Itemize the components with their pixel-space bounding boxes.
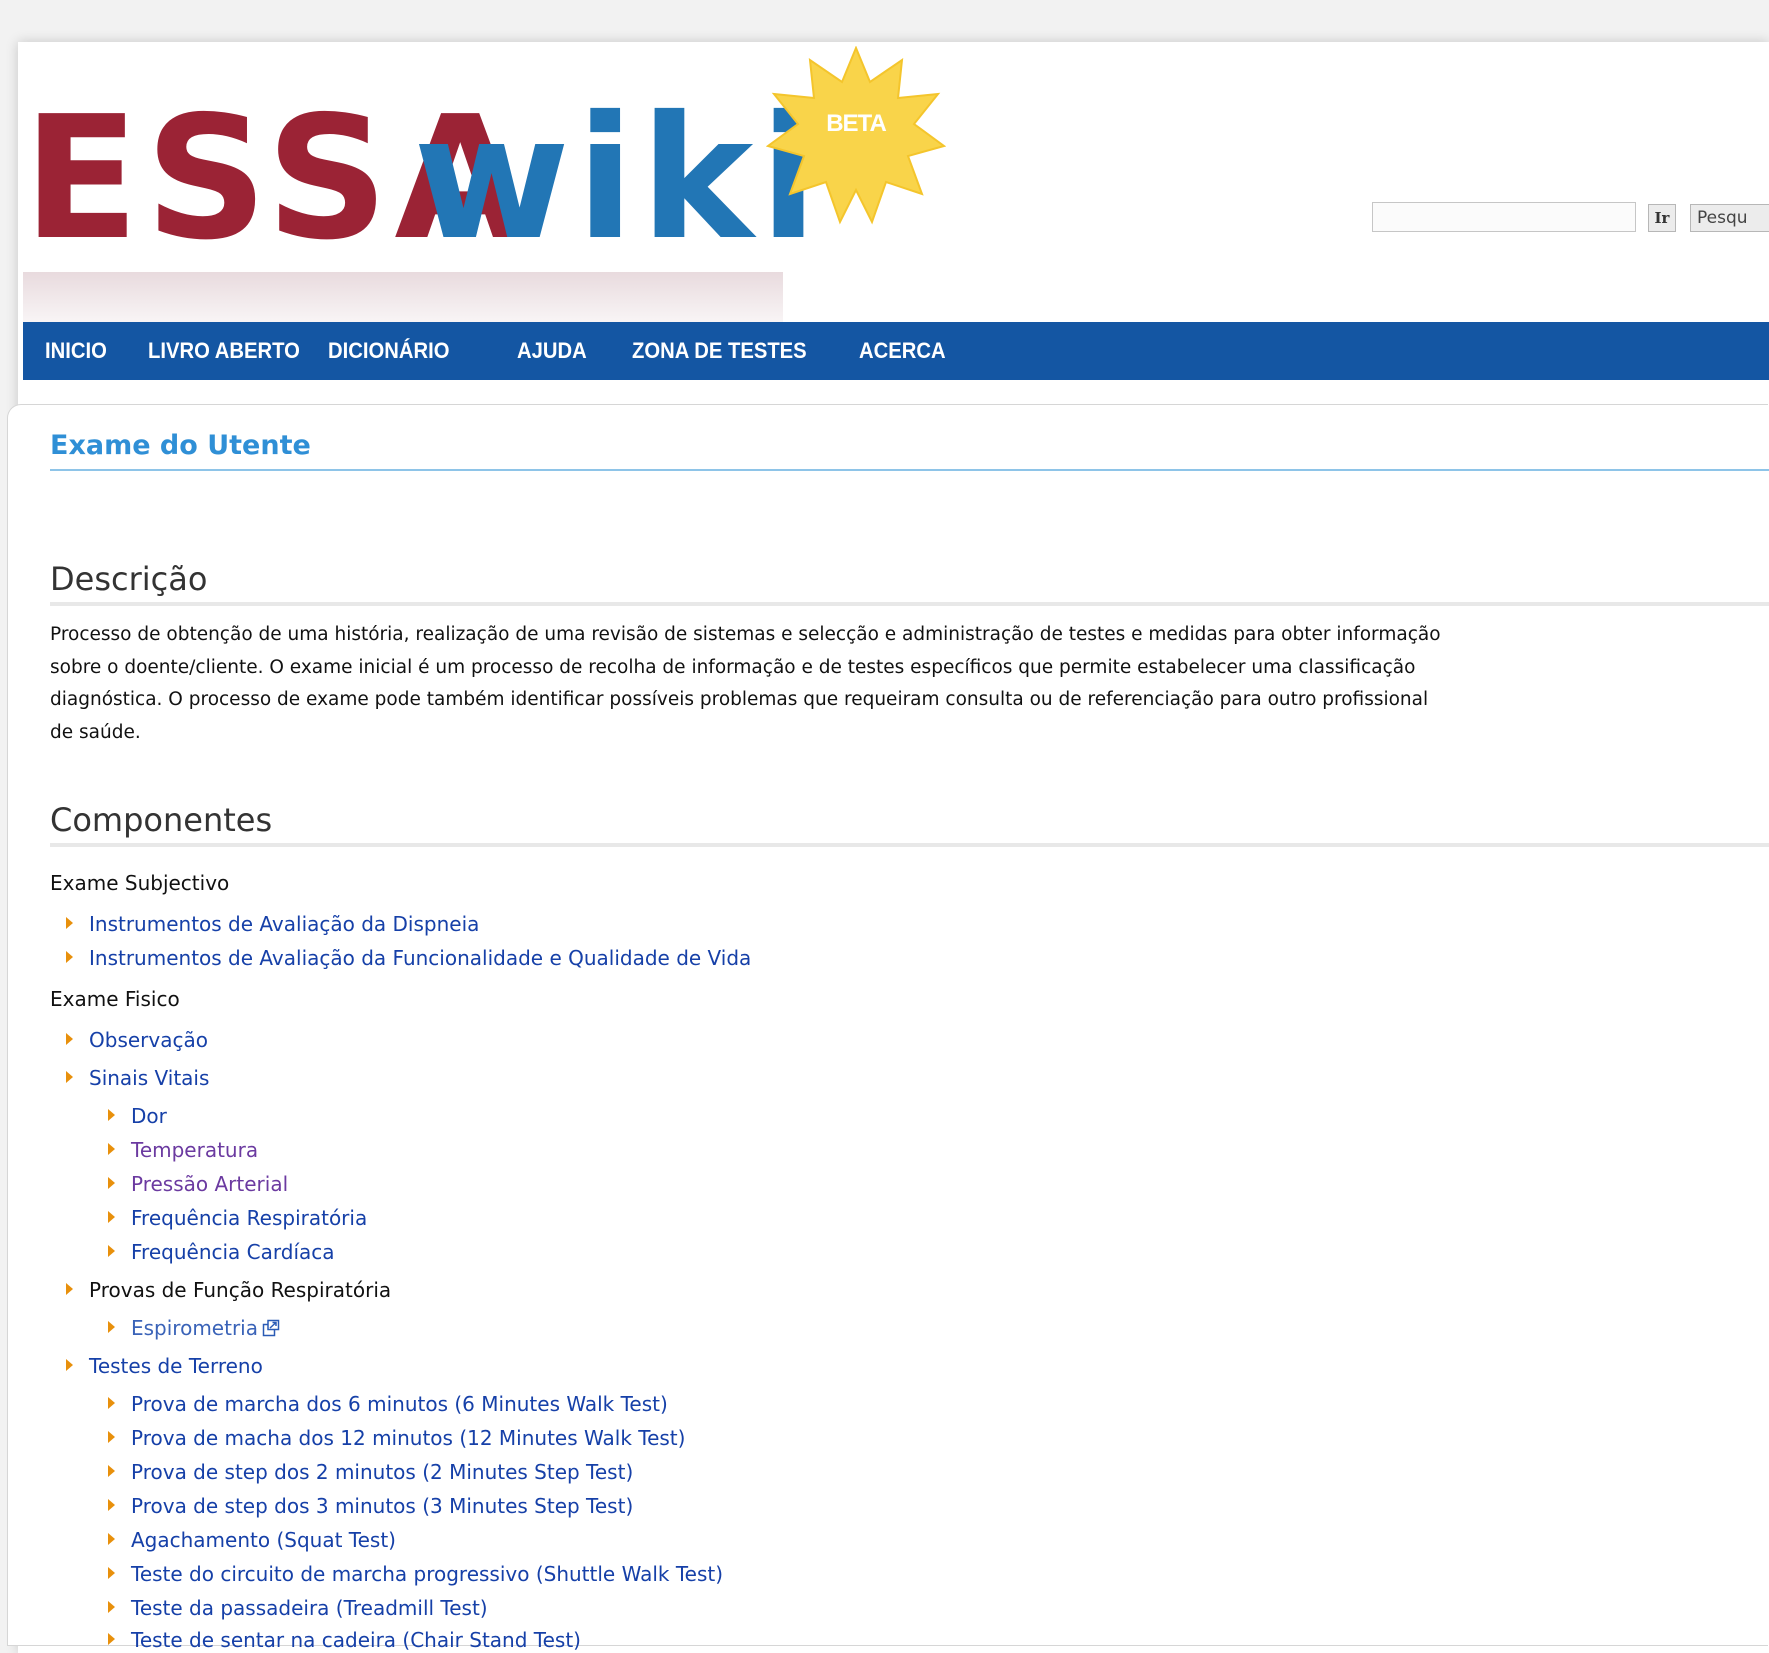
description-text: Processo de obtenção de uma história, re… xyxy=(50,619,1769,749)
bullet-arrow-icon xyxy=(108,1430,115,1443)
list-item[interactable]: Teste do circuito de marcha progressivo … xyxy=(108,1562,723,1586)
bullet-arrow-icon xyxy=(66,1282,73,1295)
bullet-arrow-icon xyxy=(66,916,73,929)
title-divider xyxy=(50,469,1769,471)
search-button[interactable]: Pesqu xyxy=(1690,204,1769,232)
group-label-exame-subjectivo: Exame Subjectivo xyxy=(50,871,230,895)
main-navigation: INICIO LIVRO ABERTO DICIONÁRIO AJUDA ZON… xyxy=(23,322,1769,380)
group-label-exame-fisico: Exame Fisico xyxy=(50,987,180,1011)
list-item[interactable]: Sinais Vitais xyxy=(66,1066,209,1090)
beta-label: BETA xyxy=(826,110,887,137)
bullet-arrow-icon xyxy=(108,1396,115,1409)
bullet-arrow-icon xyxy=(108,1532,115,1545)
section-divider xyxy=(50,843,1769,847)
description-line: Processo de obtenção de uma história, re… xyxy=(50,624,1441,645)
list-item[interactable]: Frequência Respiratória xyxy=(108,1206,367,1230)
list-item[interactable]: Prova de step dos 2 minutos (2 Minutes S… xyxy=(108,1460,633,1484)
bullet-arrow-icon xyxy=(108,1142,115,1155)
external-link-icon xyxy=(262,1319,280,1336)
nav-item-inicio[interactable]: INICIO xyxy=(45,322,107,380)
page-title: Exame do Utente xyxy=(50,430,311,461)
nav-item-ajuda[interactable]: AJUDA xyxy=(517,322,587,380)
bullet-arrow-icon xyxy=(108,1566,115,1579)
go-button[interactable]: Ir xyxy=(1648,204,1676,232)
logo-text-wiki: wiki xyxy=(413,80,824,278)
beta-badge: BETA xyxy=(765,45,947,226)
bullet-arrow-icon xyxy=(108,1498,115,1511)
list-item[interactable]: Observação xyxy=(66,1028,208,1052)
list-item[interactable]: Temperatura xyxy=(108,1138,258,1162)
nav-item-acerca[interactable]: ACERCA xyxy=(859,322,946,380)
list-item[interactable]: Testes de Terreno xyxy=(66,1354,263,1378)
description-line: de saúde. xyxy=(50,721,141,743)
list-item[interactable]: Dor xyxy=(108,1104,167,1128)
nav-item-dicionario[interactable]: DICIONÁRIO xyxy=(328,322,449,380)
list-item[interactable]: Prova de macha dos 12 minutos (12 Minute… xyxy=(108,1426,685,1450)
list-item[interactable]: Frequência Cardíaca xyxy=(108,1240,335,1264)
bullet-arrow-icon xyxy=(108,1108,115,1121)
list-item[interactable]: Instrumentos de Avaliação da Funcionalid… xyxy=(66,946,751,970)
section-divider xyxy=(50,602,1769,606)
section-heading-descricao: Descrição xyxy=(50,560,208,598)
bullet-arrow-icon xyxy=(108,1244,115,1257)
list-item[interactable]: Agachamento (Squat Test) xyxy=(108,1528,396,1552)
list-item[interactable]: Prova de step dos 3 minutos (3 Minutes S… xyxy=(108,1494,633,1518)
bullet-arrow-icon xyxy=(108,1464,115,1477)
nav-item-zona-de-testes[interactable]: ZONA DE TESTES xyxy=(632,322,807,380)
description-line: sobre o doente/cliente. O exame inicial … xyxy=(50,656,1416,678)
bullet-arrow-icon xyxy=(108,1210,115,1223)
list-item[interactable]: Teste da passadeira (Treadmill Test) xyxy=(108,1596,488,1620)
bullet-arrow-icon xyxy=(66,1070,73,1083)
section-heading-componentes: Componentes xyxy=(50,801,273,839)
bullet-arrow-icon xyxy=(66,950,73,963)
bullet-arrow-icon xyxy=(108,1320,115,1333)
list-item[interactable]: Teste de sentar na cadeira (Chair Stand … xyxy=(108,1628,581,1652)
bullet-arrow-icon xyxy=(66,1358,73,1371)
description-line: diagnóstica. O processo de exame pode ta… xyxy=(50,689,1429,710)
bullet-arrow-icon xyxy=(66,1032,73,1045)
list-item: Provas de Função Respiratória xyxy=(66,1278,391,1302)
bullet-arrow-icon xyxy=(108,1176,115,1189)
list-item[interactable]: Instrumentos de Avaliação da Dispneia xyxy=(66,912,479,936)
list-item[interactable]: Pressão Arterial xyxy=(108,1172,288,1196)
list-item[interactable]: Prova de marcha dos 6 minutos (6 Minutes… xyxy=(108,1392,668,1416)
nav-item-livro-aberto[interactable]: LIVRO ABERTO xyxy=(148,322,300,380)
bullet-arrow-icon xyxy=(108,1632,115,1645)
search-input[interactable] xyxy=(1372,202,1636,232)
bullet-arrow-icon xyxy=(108,1600,115,1613)
list-item[interactable]: Espirometria xyxy=(108,1316,280,1340)
